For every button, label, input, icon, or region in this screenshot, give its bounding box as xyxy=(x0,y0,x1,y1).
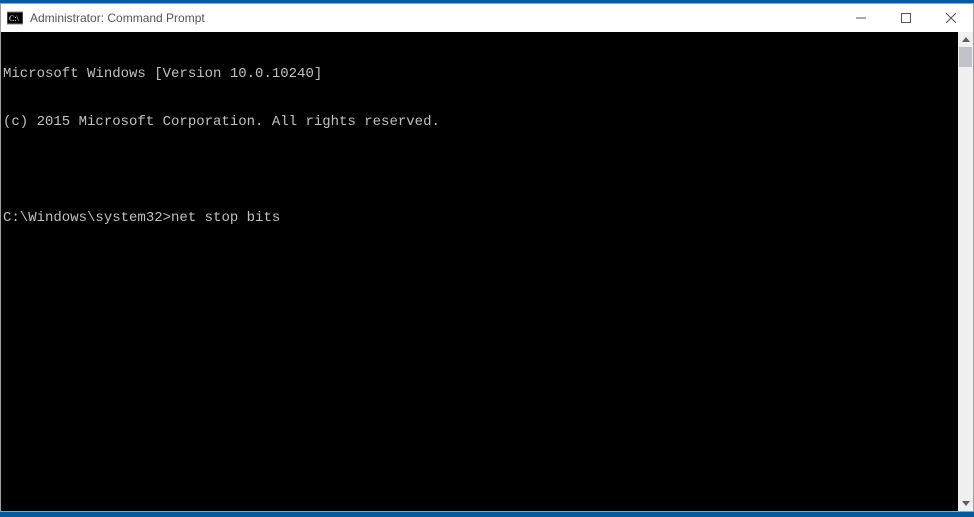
command-prompt-window: C:\ Administrator: Command Prompt Micros… xyxy=(0,3,974,512)
titlebar[interactable]: C:\ Administrator: Command Prompt xyxy=(1,4,973,32)
output-line: (c) 2015 Microsoft Corporation. All righ… xyxy=(3,114,958,130)
cmd-icon: C:\ xyxy=(7,10,23,26)
window-title: Administrator: Command Prompt xyxy=(30,11,838,25)
scroll-down-arrow-icon[interactable] xyxy=(958,496,973,511)
maximize-button[interactable] xyxy=(883,4,928,32)
minimize-button[interactable] xyxy=(838,4,883,32)
window-controls xyxy=(838,4,973,32)
scroll-up-arrow-icon[interactable] xyxy=(958,32,973,47)
scrollbar-thumb[interactable] xyxy=(959,47,972,67)
output-line xyxy=(3,162,958,178)
close-button[interactable] xyxy=(928,4,973,32)
terminal-area: Microsoft Windows [Version 10.0.10240] (… xyxy=(1,32,973,511)
prompt-line: C:\Windows\system32>net stop bits xyxy=(3,210,958,226)
svg-text:C:\: C:\ xyxy=(9,14,20,23)
prompt-path: C:\Windows\system32> xyxy=(3,210,171,226)
output-line: Microsoft Windows [Version 10.0.10240] xyxy=(3,66,958,82)
command-input[interactable]: net stop bits xyxy=(171,210,280,226)
terminal-output[interactable]: Microsoft Windows [Version 10.0.10240] (… xyxy=(1,32,958,511)
vertical-scrollbar[interactable] xyxy=(958,32,973,511)
scrollbar-track[interactable] xyxy=(958,47,973,496)
